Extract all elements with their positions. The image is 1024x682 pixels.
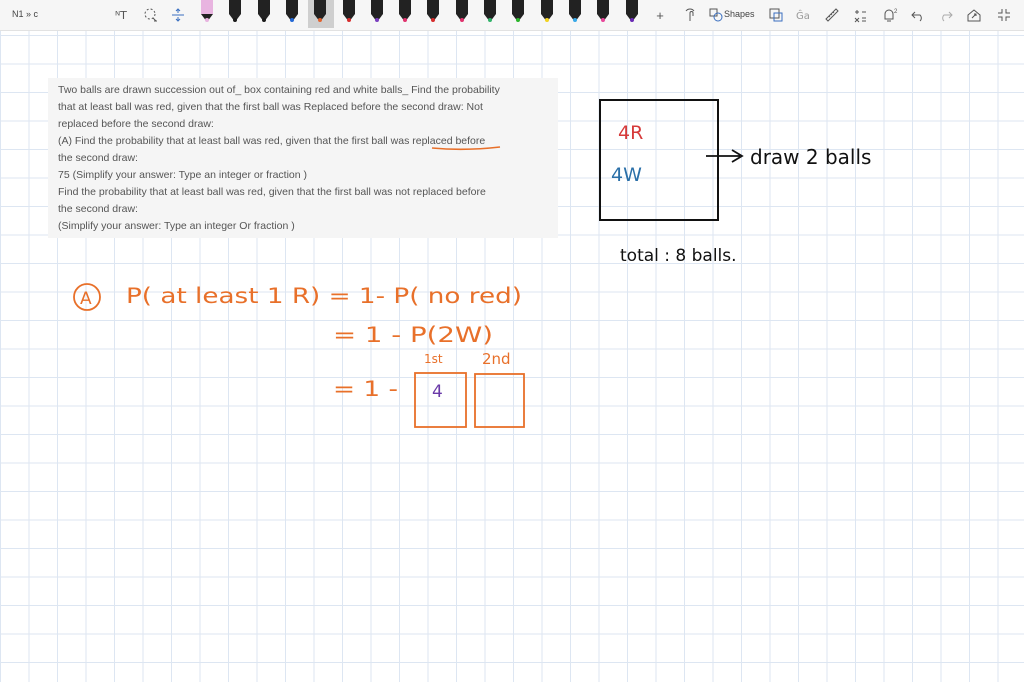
draw-arrow (706, 149, 744, 163)
white-count: 4W (611, 164, 642, 186)
draw-note: draw 2 balls (750, 145, 871, 169)
ball-box (599, 99, 719, 221)
work-line-1: P( at least 1 R) = 1- P( no red) (126, 284, 522, 308)
first-label: 1st (424, 352, 443, 366)
work-line-3: = 1 - (333, 377, 398, 401)
replaced-underline (431, 146, 501, 151)
red-count: 4R (618, 122, 643, 144)
handwritten-ink-layer: 4R 4W draw 2 balls total : 8 balls. A P(… (73, 99, 871, 428)
work-line-2: = 1 - P(2W) (333, 323, 493, 347)
part-a-label: A (80, 289, 92, 309)
total-note: total : 8 balls. (620, 246, 737, 266)
first-box-value: 4 (432, 382, 443, 402)
second-draw-box (474, 373, 525, 428)
second-label: 2nd (482, 350, 511, 368)
